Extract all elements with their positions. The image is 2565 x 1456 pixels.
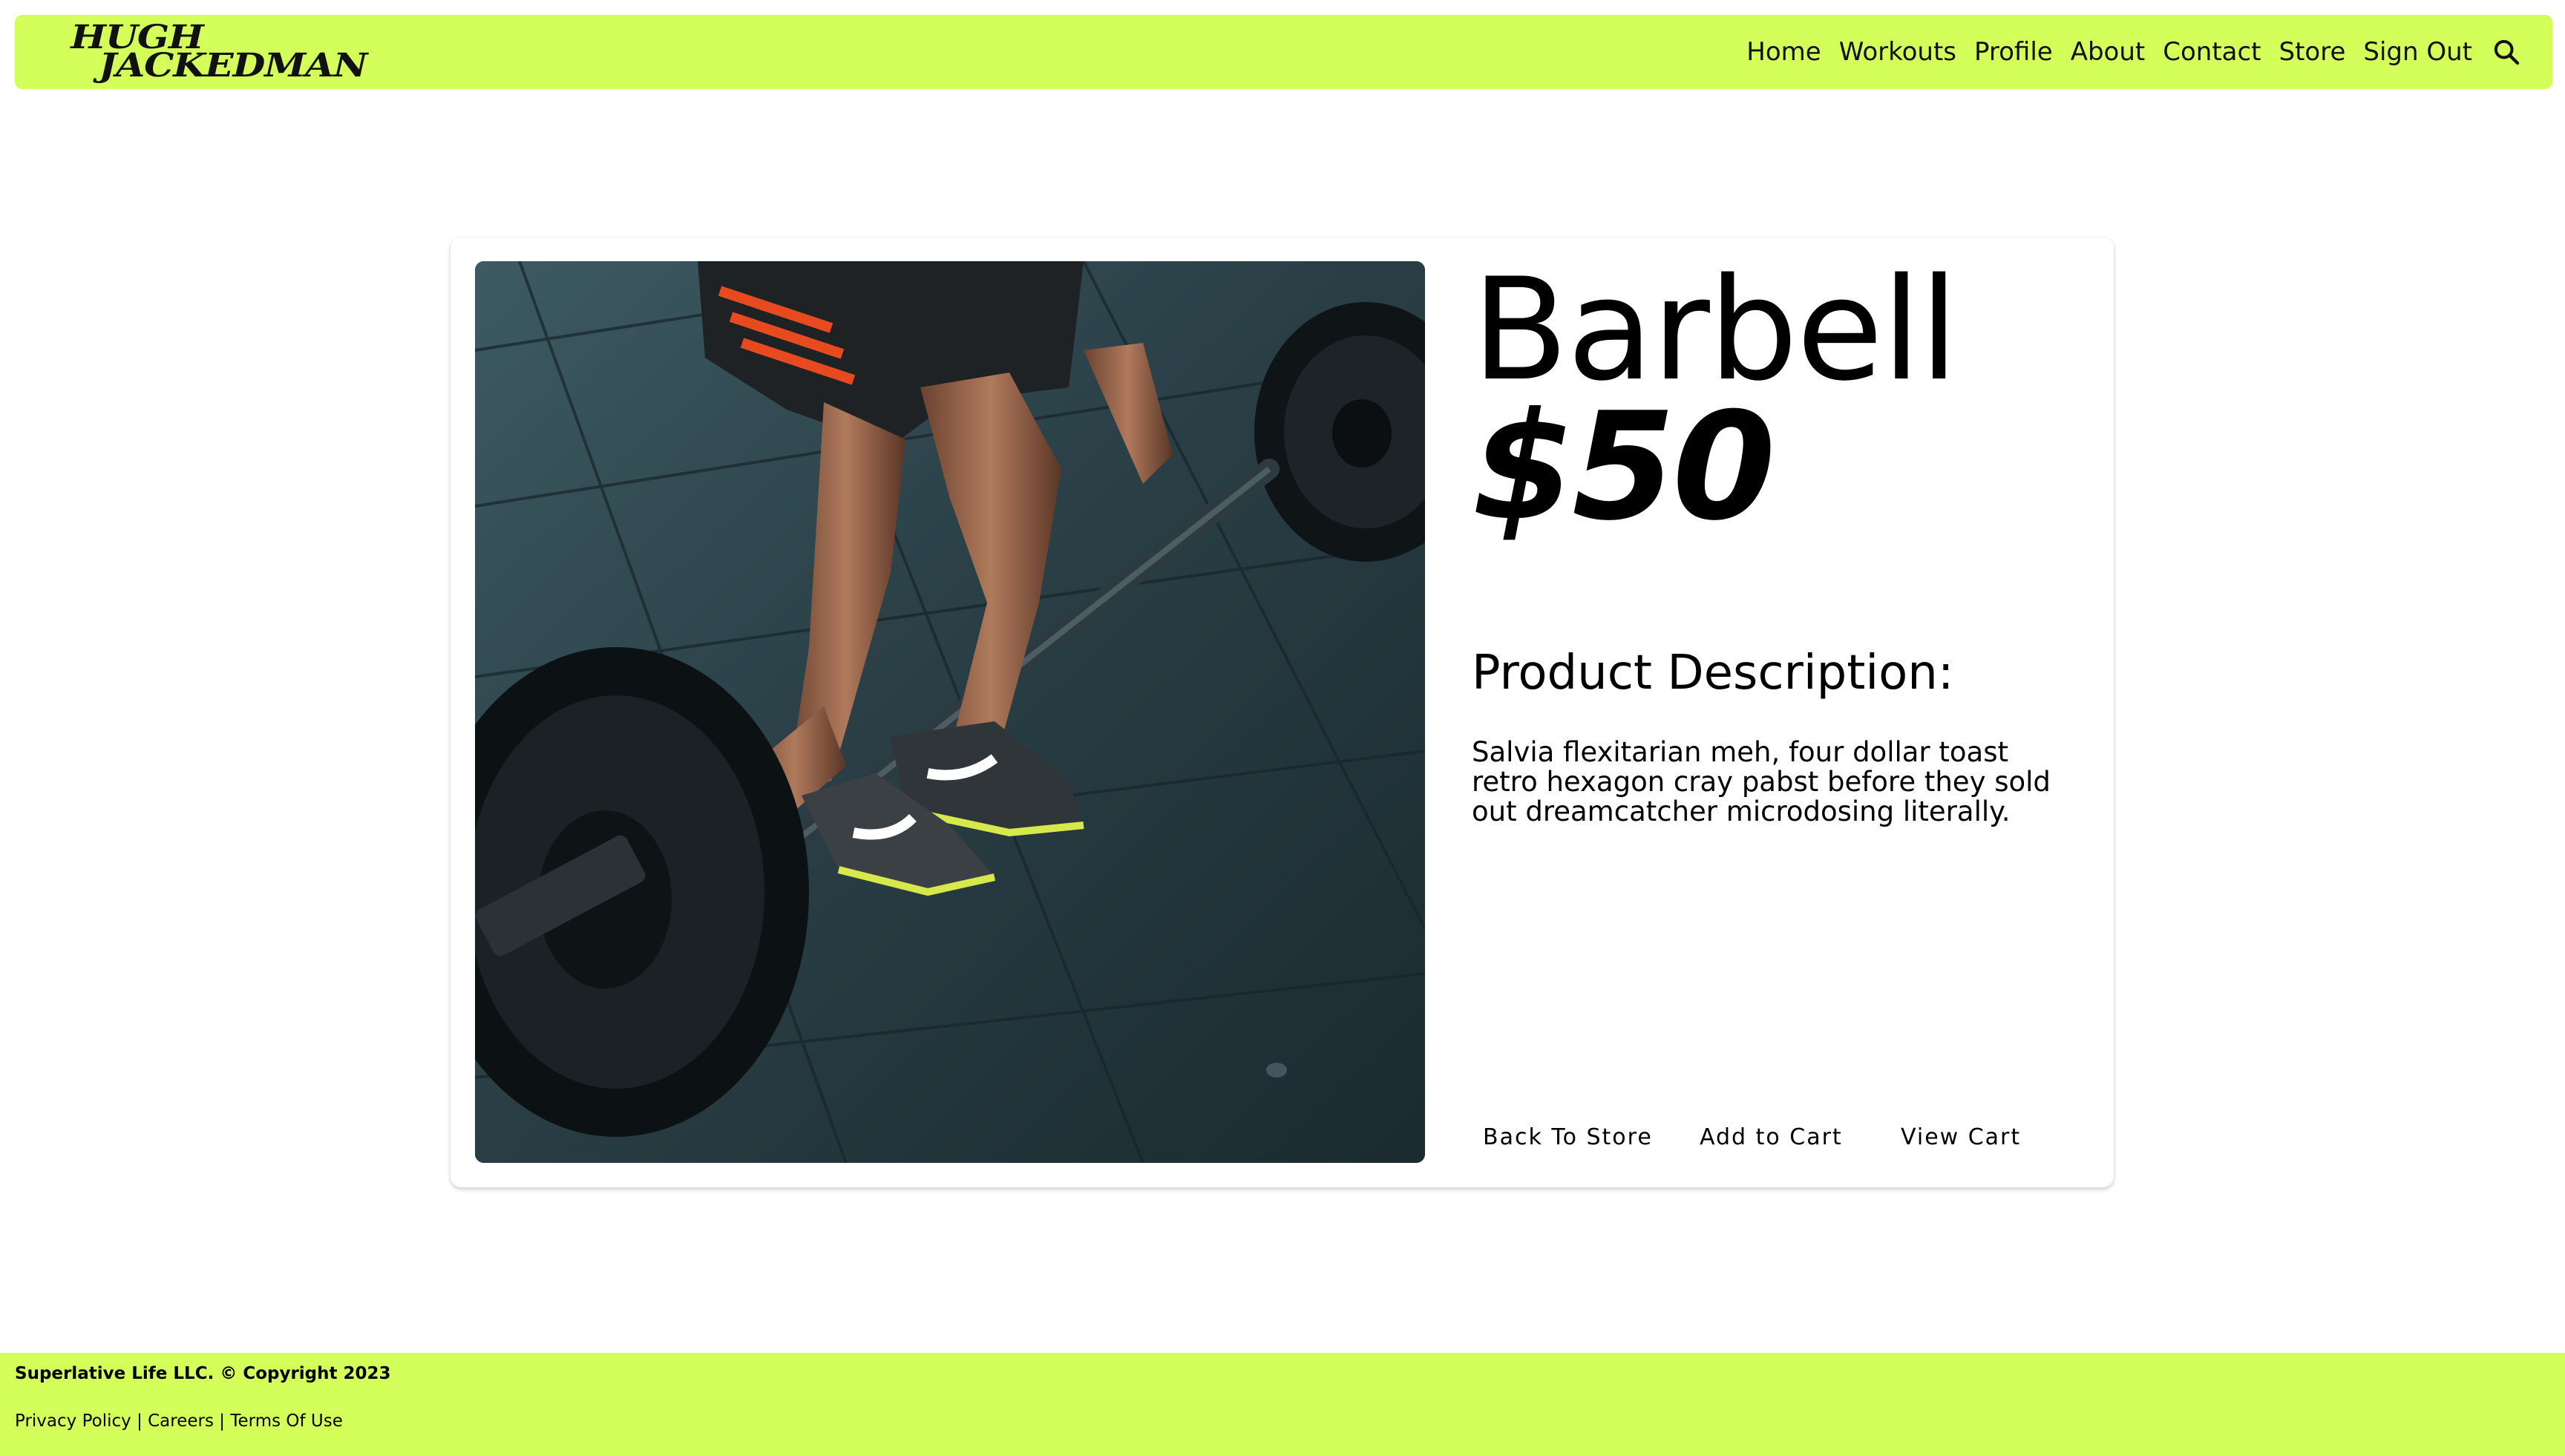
product-card: Barbell $50 Product Description: Salvia …: [451, 237, 2114, 1187]
nav-profile[interactable]: Profile: [1974, 37, 2053, 67]
product-price: $50: [1472, 381, 1775, 554]
barbell-photo: [475, 261, 1425, 1163]
product-title: Barbell: [1472, 248, 1959, 412]
footer-separator: |: [219, 1411, 226, 1431]
product-info: Barbell $50 Product Description: Salvia …: [1472, 248, 2080, 827]
add-to-cart-button[interactable]: Add to Cart: [1700, 1124, 1843, 1150]
nav-sign-out[interactable]: Sign Out: [2363, 37, 2472, 67]
site-footer: Superlative Life LLC. © Copyright 2023 P…: [0, 1353, 2565, 1456]
privacy-policy-link[interactable]: Privacy Policy: [15, 1411, 131, 1431]
view-cart-button[interactable]: View Cart: [1901, 1124, 2021, 1150]
site-logo[interactable]: HUGH JACKEDMAN: [52, 22, 367, 85]
logo-line-2: JACKEDMAN: [99, 47, 367, 85]
terms-of-use-link[interactable]: Terms Of Use: [230, 1411, 343, 1431]
nav-home[interactable]: Home: [1746, 37, 1821, 67]
product-image: [475, 261, 1425, 1163]
nav-about[interactable]: About: [2071, 37, 2146, 67]
footer-separator: |: [137, 1411, 142, 1431]
search-icon[interactable]: [2490, 36, 2523, 68]
product-description: Salvia flexitarian meh, four dollar toas…: [1472, 736, 2051, 827]
nav-workouts[interactable]: Workouts: [1839, 37, 1956, 67]
main-nav: Home Workouts Profile About Contact Stor…: [1746, 36, 2523, 68]
product-actions: Back To Store Add to Cart View Cart: [1472, 1124, 2080, 1161]
site-header: HUGH JACKEDMAN Home Workouts Profile Abo…: [15, 15, 2552, 89]
back-to-store-button[interactable]: Back To Store: [1483, 1124, 1653, 1150]
copyright-text: Superlative Life LLC. © Copyright 2023: [15, 1364, 391, 1383]
nav-store[interactable]: Store: [2279, 37, 2346, 67]
description-heading: Product Description:: [1472, 646, 1954, 701]
footer-links: Privacy Policy | Careers | Terms Of Use: [15, 1411, 2550, 1431]
careers-link[interactable]: Careers: [148, 1411, 214, 1431]
nav-contact[interactable]: Contact: [2163, 37, 2261, 67]
